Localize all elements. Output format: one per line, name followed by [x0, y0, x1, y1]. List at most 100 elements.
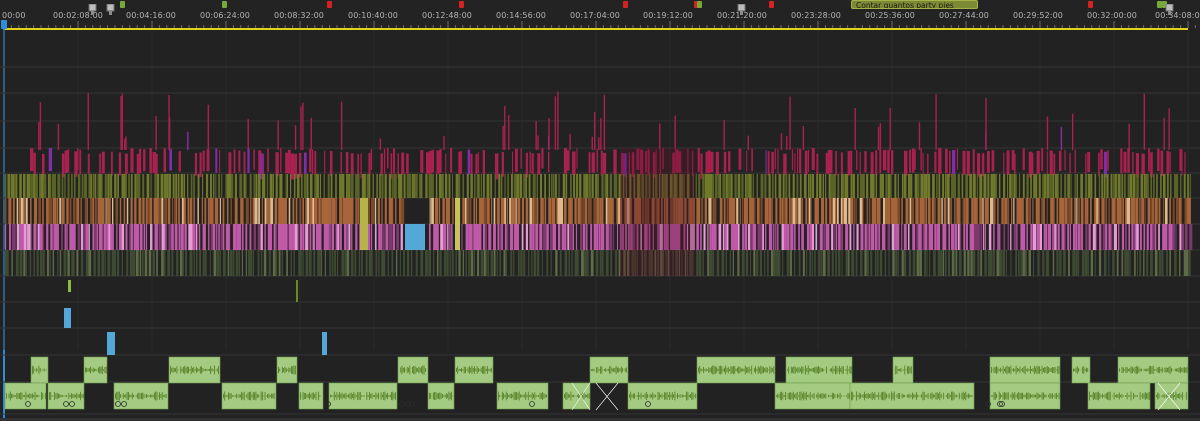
- audio-waveform: [687, 392, 689, 400]
- video-clip: [553, 174, 555, 198]
- video-clip: [245, 250, 247, 276]
- video-clip: [864, 151, 867, 173]
- audio-waveform: [1023, 366, 1025, 374]
- audio-waveform: [402, 367, 404, 373]
- marker-icon[interactable]: [327, 1, 332, 8]
- audio-waveform: [272, 393, 274, 399]
- time-ruler[interactable]: 00:00 00:02:08:00 00:04:16:00 00:06:24:00 00…: [0, 0, 1200, 28]
- audio-waveform: [796, 368, 797, 372]
- audio-waveform: [739, 366, 741, 374]
- video-clip: [29, 250, 32, 276]
- video-clip: [1010, 250, 1012, 276]
- marker-icon[interactable]: [120, 1, 125, 8]
- audio-waveform: [1126, 392, 1128, 400]
- marker-icon[interactable]: [1088, 1, 1093, 8]
- audio-waveform: [789, 392, 790, 400]
- timecode-label: 00:12:48:00: [422, 11, 472, 20]
- video-clip: [163, 148, 167, 173]
- audio-waveform: [965, 391, 967, 401]
- video-clip: [696, 198, 699, 224]
- video-clip: [972, 250, 976, 276]
- audio-waveform: [1057, 395, 1059, 397]
- video-clip: [1136, 224, 1139, 250]
- audio-waveform: [475, 368, 477, 372]
- audio-waveform: [1020, 369, 1022, 371]
- clip-marker-icon[interactable]: [88, 0, 97, 15]
- video-clip: [903, 150, 908, 176]
- video-clip: [969, 174, 973, 198]
- track-area[interactable]: [0, 30, 1200, 421]
- video-clip: [702, 174, 705, 198]
- video-clip: [943, 198, 947, 224]
- audio-waveform: [730, 366, 732, 374]
- video-clip: [517, 224, 520, 250]
- video-clip: [999, 250, 1003, 276]
- tracks-canvas[interactable]: [0, 30, 1200, 421]
- video-clip: [296, 280, 298, 302]
- video-clip: [818, 250, 821, 276]
- video-clip: [576, 148, 578, 169]
- marker-icon[interactable]: [697, 1, 702, 8]
- audio-waveform: [1054, 393, 1056, 399]
- audio-waveform: [850, 366, 852, 374]
- sequence-timeline[interactable]: 00:00 00:02:08:00 00:04:16:00 00:06:24:00 00…: [0, 0, 1200, 421]
- video-clip: [606, 174, 609, 198]
- audio-waveform: [371, 393, 373, 399]
- audio-waveform: [962, 391, 964, 401]
- audio-waveform: [810, 368, 812, 372]
- video-clip: [134, 198, 137, 224]
- clip-marker-icon[interactable]: [1165, 0, 1174, 15]
- video-clip: [835, 198, 837, 224]
- clip-marker-icon[interactable]: [106, 0, 115, 15]
- audio-waveform: [423, 365, 425, 375]
- video-clip: [1084, 174, 1088, 198]
- video-clip: [331, 250, 334, 276]
- marker-icon[interactable]: [459, 1, 464, 8]
- video-clip: [528, 250, 530, 276]
- video-clip: [324, 250, 326, 276]
- marker-comment-label[interactable]: Contar quantos party pies: [851, 0, 978, 9]
- video-clip: [575, 224, 578, 250]
- video-clip: [66, 224, 68, 250]
- video-clip: [807, 149, 810, 172]
- audio-waveform: [799, 391, 801, 401]
- audio-waveform: [835, 365, 836, 375]
- video-clip: [746, 150, 748, 172]
- video-clip: [361, 250, 363, 276]
- marker-icon[interactable]: [222, 1, 227, 8]
- audio-waveform: [35, 367, 37, 373]
- audio-waveform: [1033, 365, 1035, 375]
- audio-waveform: [1005, 366, 1007, 374]
- audio-waveform: [904, 394, 906, 398]
- video-clip: [1049, 174, 1053, 198]
- video-clip: [273, 224, 276, 250]
- audio-waveform: [77, 394, 79, 398]
- audio-waveform: [249, 391, 250, 401]
- video-clip: [1005, 250, 1007, 276]
- marker-icon[interactable]: [769, 1, 774, 8]
- audio-waveform: [185, 367, 187, 373]
- video-clip: [1160, 150, 1164, 177]
- audio-waveform: [787, 392, 789, 400]
- audio-waveform: [873, 393, 874, 399]
- audio-waveform: [1138, 367, 1140, 373]
- audio-waveform: [751, 365, 753, 375]
- audio-waveform: [41, 392, 42, 400]
- video-clip: [1063, 250, 1066, 276]
- video-clip: [483, 198, 487, 224]
- video-clip: [303, 152, 307, 175]
- audio-waveform: [837, 368, 839, 372]
- video-clip: [436, 150, 440, 174]
- video-clip: [1148, 148, 1150, 172]
- video-clip: [718, 224, 722, 250]
- audio-waveform: [350, 392, 352, 400]
- video-clip: [501, 174, 503, 198]
- audio-waveform: [669, 392, 671, 400]
- video-clip: [931, 224, 934, 250]
- marker-icon[interactable]: [623, 1, 628, 8]
- audio-waveform: [1122, 367, 1124, 373]
- video-clip: [775, 198, 778, 224]
- video-clip: [171, 198, 174, 224]
- clip-marker-icon[interactable]: [737, 0, 746, 15]
- audio-waveform: [291, 366, 292, 374]
